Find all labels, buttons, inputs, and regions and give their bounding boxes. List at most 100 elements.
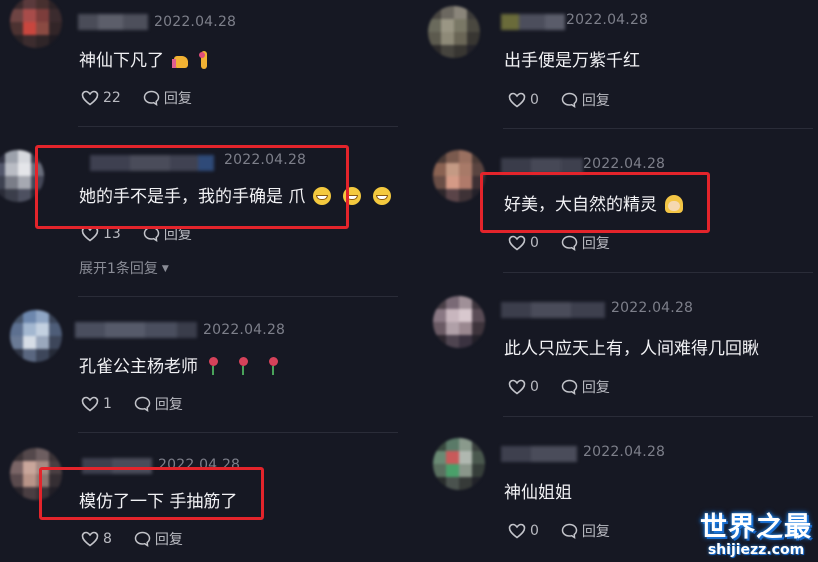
divider — [78, 296, 398, 297]
comment-date: 2022.04.28 — [583, 156, 666, 172]
avatar[interactable] — [433, 438, 485, 490]
like-count: 1 — [103, 396, 112, 412]
like-count: 8 — [103, 531, 112, 547]
watermark-title: 世界之最 — [700, 512, 812, 543]
heart-icon — [81, 396, 99, 412]
username-blurred[interactable] — [501, 302, 605, 318]
reply-bubble-icon — [561, 379, 578, 395]
like-count: 13 — [103, 226, 121, 242]
reply-bubble-icon — [561, 235, 578, 251]
reply-button[interactable]: 回复 — [561, 521, 610, 541]
comment-actions: 1 回复 — [81, 394, 205, 414]
comment-actions: 0 回复 — [508, 90, 632, 110]
left-comment-column: 2022.04.28 神仙下凡了 22 回复 2022.04.28 她的手不是手… — [0, 0, 409, 562]
reply-bubble-icon — [134, 531, 151, 547]
heart-icon — [508, 523, 526, 539]
rose-icon — [266, 357, 280, 375]
comment-actions: 0 回复 — [508, 233, 632, 253]
like-count: 22 — [103, 90, 121, 106]
site-watermark: 世界之最 shijiezz.com — [700, 513, 812, 558]
like-count: 0 — [530, 92, 539, 108]
reply-label: 回复 — [581, 236, 610, 252]
comment-text-content: 模仿了一下 手抽筋了 — [79, 492, 238, 512]
comment-actions: 13 回复 — [81, 224, 214, 244]
comment-text: 此人只应天上有，人间难得几回瞅 — [504, 334, 759, 359]
heart-icon — [81, 226, 99, 242]
comment-date: 2022.04.28 — [583, 444, 666, 460]
expand-replies-link[interactable]: 展开1条回复 ▼ — [79, 258, 169, 278]
username-blurred[interactable] — [75, 322, 197, 338]
comment-text: 神仙姐姐 — [504, 478, 572, 503]
reply-bubble-icon — [143, 90, 160, 106]
reply-button[interactable]: 回复 — [561, 90, 610, 110]
reply-label: 回复 — [154, 397, 183, 413]
username-blurred[interactable] — [90, 155, 214, 171]
comment-date: 2022.04.28 — [224, 152, 307, 168]
username-blurred[interactable] — [501, 158, 583, 174]
comment-text-content: 孔雀公主杨老师 — [79, 357, 198, 377]
comment-date: 2022.04.28 — [611, 300, 694, 316]
avatar[interactable] — [10, 448, 62, 500]
username-blurred[interactable] — [78, 14, 148, 30]
comment-actions: 22 回复 — [81, 88, 214, 108]
like-button[interactable]: 8 — [81, 531, 112, 547]
heart-icon — [508, 379, 526, 395]
reply-button[interactable]: 回复 — [134, 529, 183, 549]
reply-label: 回复 — [163, 91, 192, 107]
avatar[interactable] — [10, 0, 62, 48]
like-button[interactable]: 1 — [81, 396, 112, 412]
reply-label: 回复 — [154, 532, 183, 548]
comment-text: 好美，大自然的精灵 — [504, 190, 683, 215]
comment-text-content: 神仙下凡了 — [79, 51, 164, 71]
reply-label: 回复 — [163, 227, 192, 243]
divider — [503, 416, 813, 417]
comment-date: 2022.04.28 — [203, 322, 286, 338]
reply-bubble-icon — [561, 92, 578, 108]
comment-text-content: 神仙姐姐 — [504, 483, 572, 503]
like-button[interactable]: 22 — [81, 90, 121, 106]
avatar[interactable] — [433, 296, 485, 348]
reply-button[interactable]: 回复 — [143, 88, 192, 108]
pointing-finger-icon — [198, 51, 210, 69]
reply-label: 回复 — [581, 93, 610, 109]
avatar[interactable] — [428, 6, 480, 58]
username-blurred[interactable] — [501, 14, 565, 30]
like-count: 0 — [530, 235, 539, 251]
avatar[interactable] — [10, 310, 62, 362]
comment-text-content: 她的手不是手，我的手确是 爪 — [79, 187, 306, 207]
thumbs-up-icon — [172, 51, 190, 69]
rose-icon — [236, 357, 250, 375]
rose-icon — [206, 357, 220, 375]
divider — [78, 126, 398, 127]
divider — [503, 272, 813, 273]
username-blurred[interactable] — [82, 458, 152, 474]
comment-text-content: 出手便是万紫千红 — [504, 51, 640, 71]
comment-text-content: 好美，大自然的精灵 — [504, 195, 657, 215]
reply-button[interactable]: 回复 — [561, 233, 610, 253]
heart-icon — [81, 531, 99, 547]
comment-actions: 0 回复 — [508, 377, 632, 397]
comment-date: 2022.04.28 — [158, 457, 241, 473]
heart-icon — [508, 92, 526, 108]
like-button[interactable]: 0 — [508, 379, 539, 395]
reply-bubble-icon — [143, 226, 160, 242]
like-button[interactable]: 0 — [508, 235, 539, 251]
like-button[interactable]: 13 — [81, 226, 121, 242]
like-count: 0 — [530, 379, 539, 395]
expand-replies-label: 展开1条回复 — [79, 261, 158, 277]
like-count: 0 — [530, 523, 539, 539]
reply-button[interactable]: 回复 — [134, 394, 183, 414]
reply-bubble-icon — [561, 523, 578, 539]
princess-icon — [665, 195, 683, 213]
reply-bubble-icon — [134, 396, 151, 412]
avatar[interactable] — [433, 150, 485, 202]
comment-date: 2022.04.28 — [154, 14, 237, 30]
reply-label: 回复 — [581, 380, 610, 396]
comment-text: 神仙下凡了 — [79, 46, 210, 71]
reply-button[interactable]: 回复 — [143, 224, 192, 244]
reply-button[interactable]: 回复 — [561, 377, 610, 397]
like-button[interactable]: 0 — [508, 92, 539, 108]
like-button[interactable]: 0 — [508, 523, 539, 539]
username-blurred[interactable] — [501, 446, 577, 462]
avatar[interactable] — [0, 150, 44, 202]
